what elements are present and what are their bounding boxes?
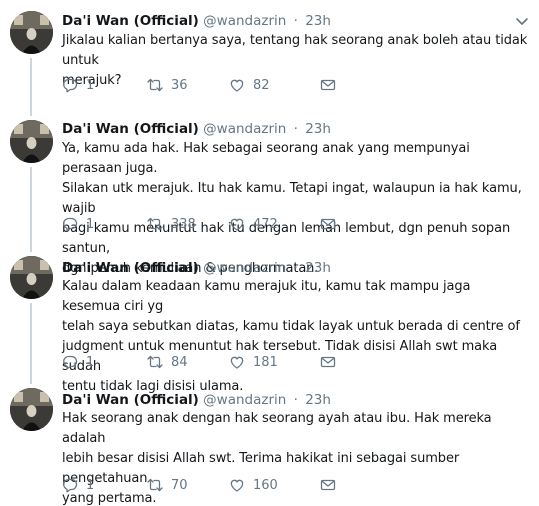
retweet-button[interactable]: 84 [147,352,188,372]
user-handle[interactable]: @wandazrin [203,260,286,276]
user-handle[interactable]: @wandazrin [203,392,286,408]
tweet[interactable]: Da'i Wan (Official) @wandazrin · 23h Kal… [0,244,539,394]
retweet-count: 338 [171,216,196,232]
display-name[interactable]: Da'i Wan (Official) [62,392,199,408]
like-button[interactable]: 82 [229,75,270,95]
display-name[interactable]: Da'i Wan (Official) [62,121,199,137]
speech-bubble-icon [62,216,78,232]
retweet-count: 36 [171,77,188,93]
heart-icon [229,477,245,493]
reply-count: 1 [86,354,95,370]
direct-message-button[interactable] [320,352,336,372]
thread-connector [30,114,32,116]
user-handle[interactable]: @wandazrin [203,121,286,137]
speech-bubble-icon [62,354,78,370]
tweet-actions: 1 36 82 [62,75,462,95]
tweet[interactable]: Da'i Wan (Official) @wandazrin · 23h Jik… [0,0,539,114]
retweet-count: 84 [171,354,188,370]
timestamp[interactable]: 23h [305,260,331,276]
tweet-actions: 1 338 472 [62,214,462,234]
tweet-actions: 1 70 160 [62,475,462,495]
retweet-arrows-icon [147,216,163,232]
thread-connector [30,58,32,114]
like-count: 472 [253,216,278,232]
display-name[interactable]: Da'i Wan (Official) [62,13,199,29]
user-handle[interactable]: @wandazrin [203,13,286,29]
thread-connector [30,303,32,377]
reply-button[interactable]: 1 [62,75,94,95]
thread-connector [30,244,32,252]
retweet-arrows-icon [147,354,163,370]
retweet-arrows-icon [147,477,163,493]
speech-bubble-icon [62,77,78,93]
timestamp[interactable]: 23h [305,13,331,29]
avatar-image [10,256,53,299]
separator-dot: · [293,121,298,137]
like-count: 181 [253,354,278,370]
tweet-header: Da'i Wan (Official) @wandazrin · 23h [62,259,331,277]
thread-connector [30,377,32,384]
retweet-button[interactable]: 338 [147,214,196,234]
separator-dot: · [293,13,298,29]
like-button[interactable]: 472 [229,214,278,234]
tweet[interactable]: Da'i Wan (Official) @wandazrin · 23h Hak… [0,377,539,506]
direct-message-button[interactable] [320,214,336,234]
separator-dot: · [293,260,298,276]
retweet-count: 70 [171,477,188,493]
retweet-button[interactable]: 36 [147,75,188,95]
reply-count: 1 [86,477,95,493]
envelope-icon [320,477,336,493]
tweet-actions: 1 84 181 [62,352,462,372]
envelope-icon [320,354,336,370]
timestamp[interactable]: 23h [305,121,331,137]
avatar-image [10,11,53,54]
avatar-image [10,120,53,163]
avatar[interactable] [10,120,53,163]
speech-bubble-icon [62,477,78,493]
direct-message-button[interactable] [320,475,336,495]
avatar-image [10,388,53,431]
tweet-thread: Da'i Wan (Official) @wandazrin · 23h Jik… [0,0,539,506]
like-count: 160 [253,477,278,493]
tweet-header: Da'i Wan (Official) @wandazrin · 23h [62,391,331,409]
retweet-button[interactable]: 70 [147,475,188,495]
retweet-arrows-icon [147,77,163,93]
heart-icon [229,77,245,93]
envelope-icon [320,216,336,232]
like-button[interactable]: 181 [229,352,278,372]
reply-count: 1 [86,216,95,232]
thread-connector [30,167,32,244]
chevron-down-icon[interactable] [515,14,529,28]
avatar[interactable] [10,11,53,54]
heart-icon [229,354,245,370]
tweet-header: Da'i Wan (Official) @wandazrin · 23h [62,120,331,138]
separator-dot: · [293,392,298,408]
tweet[interactable]: Da'i Wan (Official) @wandazrin · 23h Ya,… [0,114,539,276]
reply-button[interactable]: 1 [62,475,94,495]
direct-message-button[interactable] [320,75,336,95]
display-name[interactable]: Da'i Wan (Official) [62,260,199,276]
avatar[interactable] [10,256,53,299]
heart-icon [229,216,245,232]
timestamp[interactable]: 23h [305,392,331,408]
reply-button[interactable]: 1 [62,214,94,234]
like-count: 82 [253,77,270,93]
like-button[interactable]: 160 [229,475,278,495]
envelope-icon [320,77,336,93]
reply-count: 1 [86,77,95,93]
tweet-header: Da'i Wan (Official) @wandazrin · 23h [62,12,331,30]
avatar[interactable] [10,388,53,431]
reply-button[interactable]: 1 [62,352,94,372]
